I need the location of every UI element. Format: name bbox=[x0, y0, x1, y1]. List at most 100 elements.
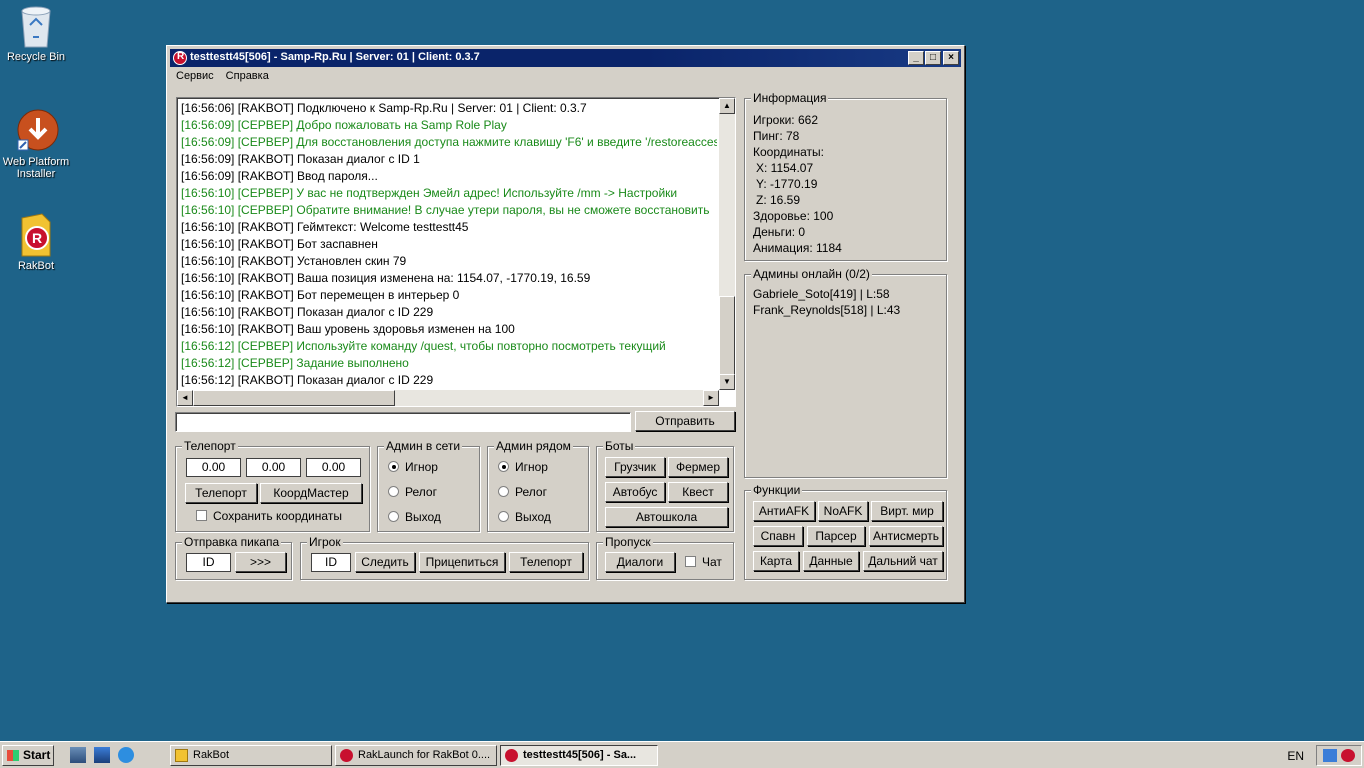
checkbox-box bbox=[196, 510, 207, 521]
chat-input[interactable] bbox=[175, 412, 631, 432]
save-coords-checkbox[interactable]: Сохранить координаты bbox=[196, 509, 342, 523]
send-button[interactable]: Отправить bbox=[635, 411, 735, 431]
rakbot-shortcut[interactable]: R RakBot bbox=[0, 212, 72, 272]
web-platform-installer-shortcut[interactable]: Web Platform Installer bbox=[0, 108, 72, 180]
teleport-x-field[interactable]: 0.00 bbox=[186, 458, 241, 477]
teleport-button[interactable]: Телепорт bbox=[185, 483, 257, 503]
server-manager-icon[interactable] bbox=[70, 747, 86, 763]
info-health: Здоровье: 100 bbox=[753, 209, 834, 223]
pickup-id-field[interactable]: ID bbox=[186, 553, 231, 572]
spawn-button[interactable]: Спавн bbox=[753, 526, 803, 546]
farmer-bot-button[interactable]: Фермер bbox=[668, 457, 728, 477]
info-x: X: 1154.07 bbox=[756, 161, 814, 175]
far-chat-button[interactable]: Дальний чат bbox=[863, 551, 943, 571]
parser-button[interactable]: Парсер bbox=[807, 526, 865, 546]
windows-flag-icon bbox=[7, 750, 19, 761]
log-line: [16:56:09] [RAKBOT] Ввод пароля... bbox=[181, 169, 378, 183]
menu-bar: Сервис Справка bbox=[170, 68, 275, 86]
quest-bot-button[interactable]: Квест bbox=[668, 482, 728, 502]
horizontal-scrollbar[interactable]: ◄ ► bbox=[177, 390, 719, 406]
scroll-left-icon[interactable]: ◄ bbox=[177, 390, 193, 406]
admin-entry[interactable]: Frank_Reynolds[518] | L:43 bbox=[753, 303, 900, 317]
vertical-scroll-thumb[interactable] bbox=[719, 296, 735, 376]
loader-bot-button[interactable]: Грузчик bbox=[605, 457, 665, 477]
player-id-field[interactable]: ID bbox=[311, 553, 351, 572]
data-button[interactable]: Данные bbox=[803, 551, 859, 571]
info-ping: Пинг: 78 bbox=[753, 129, 800, 143]
map-button[interactable]: Карта bbox=[753, 551, 799, 571]
admin-near-ignore-radio[interactable]: Игнор bbox=[498, 460, 548, 474]
taskbar-item-rakbot-folder[interactable]: RakBot bbox=[170, 745, 332, 766]
log-line: [16:56:10] [RAKBOT] Установлен скин 79 bbox=[181, 254, 407, 268]
taskbar-item-raklaunch[interactable]: RakLaunch for RakBot 0.... bbox=[335, 745, 497, 766]
rakbot-window: testtestt45[506] - Samp-Rp.Ru | Server: … bbox=[166, 45, 965, 603]
log-line: [16:56:10] [RAKBOT] Ваш уровень здоровья… bbox=[181, 322, 515, 336]
teleport-z-field[interactable]: 0.00 bbox=[306, 458, 361, 477]
log-line: [16:56:10] [RAKBOT] Ваша позиция изменен… bbox=[181, 271, 591, 285]
title-bar[interactable]: testtestt45[506] - Samp-Rp.Ru | Server: … bbox=[170, 49, 961, 67]
bus-bot-button[interactable]: Автобус bbox=[605, 482, 665, 502]
bots-group-title: Боты bbox=[603, 439, 636, 453]
log-line: [16:56:06] [RAKBOT] Подключено к Samp-Rp… bbox=[181, 101, 587, 115]
teleport-y-field[interactable]: 0.00 bbox=[246, 458, 301, 477]
info-y: Y: -1770.19 bbox=[756, 177, 818, 191]
rakbot-app-icon bbox=[173, 51, 187, 65]
language-indicator[interactable]: EN bbox=[1287, 749, 1304, 763]
admin-near-exit-radio[interactable]: Выход bbox=[498, 510, 551, 524]
antideath-button[interactable]: Антисмерть bbox=[869, 526, 943, 546]
follow-player-button[interactable]: Следить bbox=[355, 552, 415, 572]
antiafk-button[interactable]: АнтиAFK bbox=[753, 501, 815, 521]
recycle-bin-shortcut[interactable]: Recycle Bin bbox=[0, 3, 72, 63]
skip-chat-checkbox[interactable]: Чат bbox=[685, 555, 722, 569]
vertical-scrollbar[interactable]: ▲ ▼ bbox=[719, 98, 735, 390]
skip-dialogs-button[interactable]: Диалоги bbox=[605, 552, 675, 572]
bots-group: Боты Грузчик Фермер Автобус Квест Автошк… bbox=[596, 439, 734, 532]
noafk-button[interactable]: NoAFK bbox=[818, 501, 868, 521]
driving-school-button[interactable]: Автошкола bbox=[605, 507, 728, 527]
network-icon[interactable] bbox=[1323, 749, 1337, 762]
log-line: [16:56:10] [СЕРВЕР] У вас не подтвержден… bbox=[181, 186, 678, 200]
close-button[interactable]: × bbox=[943, 51, 959, 65]
admin-entry[interactable]: Gabriele_Soto[419] | L:58 bbox=[753, 287, 890, 301]
virtual-world-button[interactable]: Вирт. мир bbox=[871, 501, 943, 521]
taskbar-item-rakbot-window[interactable]: testtestt45[506] - Sa... bbox=[500, 745, 658, 766]
skip-group-title: Пропуск bbox=[603, 535, 653, 549]
show-desktop-icon[interactable] bbox=[94, 747, 110, 763]
menu-help[interactable]: Справка bbox=[220, 68, 275, 84]
attach-player-button[interactable]: Прицепиться bbox=[419, 552, 505, 572]
log-line: [16:56:09] [СЕРВЕР] Для восстановления д… bbox=[181, 135, 717, 149]
coordmaster-button[interactable]: КоордМастер bbox=[260, 483, 362, 503]
send-pickup-button[interactable]: >>> bbox=[235, 552, 286, 572]
teleport-to-player-button[interactable]: Телепорт bbox=[509, 552, 583, 572]
alert-icon[interactable] bbox=[1341, 749, 1355, 762]
chat-log[interactable]: [16:56:06] [RAKBOT] Подключено к Samp-Rp… bbox=[176, 97, 736, 407]
info-z: Z: 16.59 bbox=[756, 193, 801, 207]
folder-icon bbox=[175, 749, 188, 762]
minimize-button[interactable]: _ bbox=[908, 51, 924, 65]
maximize-button[interactable]: □ bbox=[925, 51, 941, 65]
scroll-up-icon[interactable]: ▲ bbox=[719, 98, 735, 114]
taskbar: Start RakBot RakLaunch for RakBot 0.... … bbox=[0, 741, 1364, 768]
info-group-title: Информация bbox=[751, 91, 829, 105]
admin-online-title: Админ в сети bbox=[384, 439, 463, 453]
start-button[interactable]: Start bbox=[2, 745, 54, 766]
admin-near-group: Админ рядом Игнор Релог Выход bbox=[487, 439, 589, 532]
web-platform-installer-label: Web Platform Installer bbox=[2, 156, 70, 180]
pickup-group: Отправка пикапа ID >>> bbox=[175, 535, 292, 580]
admin-online-ignore-radio[interactable]: Игнор bbox=[388, 460, 438, 474]
log-line: [16:56:10] [RAKBOT] Бот перемещен в инте… bbox=[181, 288, 460, 302]
admin-near-relog-radio[interactable]: Релог bbox=[498, 485, 547, 499]
info-coords-label: Координаты: bbox=[753, 145, 824, 159]
log-line: [16:56:12] [СЕРВЕР] Используйте команду … bbox=[181, 339, 666, 353]
internet-explorer-icon[interactable] bbox=[118, 747, 134, 763]
info-animation: Анимация: 1184 bbox=[753, 241, 842, 255]
admin-online-relog-radio[interactable]: Релог bbox=[388, 485, 437, 499]
admin-online-exit-radio[interactable]: Выход bbox=[388, 510, 441, 524]
scroll-down-icon[interactable]: ▼ bbox=[719, 374, 735, 390]
horizontal-scroll-thumb[interactable] bbox=[193, 390, 395, 406]
rakbot-icon bbox=[340, 749, 353, 762]
admin-online-group: Админ в сети Игнор Релог Выход bbox=[377, 439, 480, 532]
scroll-right-icon[interactable]: ► bbox=[703, 390, 719, 406]
menu-service[interactable]: Сервис bbox=[170, 68, 220, 84]
log-line: [16:56:10] [RAKBOT] Бот заспавнен bbox=[181, 237, 378, 251]
